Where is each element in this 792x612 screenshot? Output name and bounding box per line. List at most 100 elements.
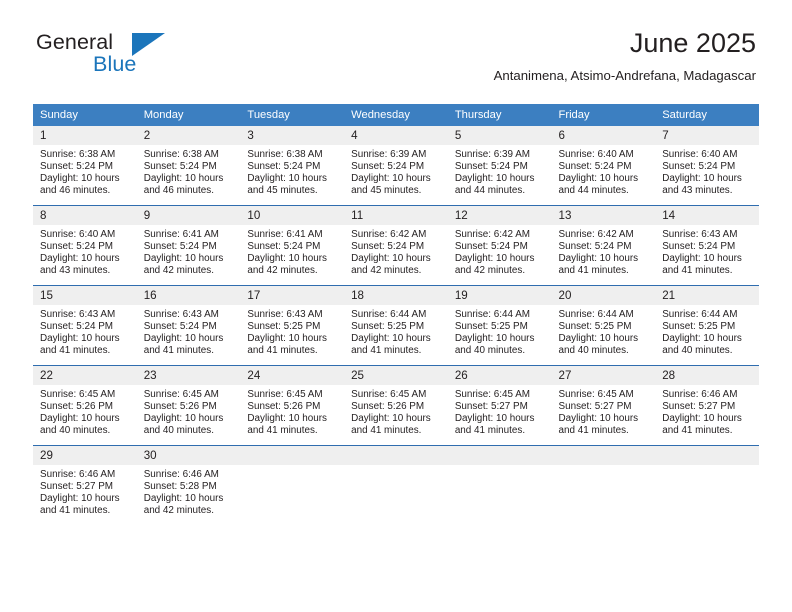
day-number [240,446,345,465]
sunrise-text: Sunrise: 6:45 AM [247,389,323,400]
sunset-text: Sunset: 5:25 PM [351,321,425,333]
day-details: Sunrise: 6:40 AM Sunset: 5:24 PM Daylight:… [552,145,656,197]
day-cell[interactable]: 22 Sunrise: 6:45 AM Sunset: 5:26 PM Dayligh… [33,365,137,446]
sunrise-text: Sunrise: 6:43 AM [247,309,323,320]
day-number: 9 [136,206,241,225]
daylight-text-line1: Daylight: 10 hours [40,333,120,345]
day-cell[interactable]: 28 Sunrise: 6:46 AM Sunset: 5:27 PM Dayligh… [655,365,759,446]
calendar-page: General Blue June 2025 Antanimena, Atsim… [0,0,792,612]
generalblue-logo[interactable]: General Blue [36,31,256,88]
daylight-text-line2: and 43 minutes. [40,265,111,277]
day-details: Sunrise: 6:43 AM Sunset: 5:24 PM Daylight:… [655,225,759,277]
day-cell[interactable]: 12 Sunrise: 6:42 AM Sunset: 5:24 PM Dayligh… [447,205,552,286]
weekday-header-wednesday: Wednesday [344,104,448,126]
sunrise-text: Sunrise: 6:40 AM [558,149,634,160]
sunrise-text: Sunrise: 6:43 AM [143,309,219,320]
day-cell-empty [344,445,448,525]
day-number [344,446,448,465]
day-cell[interactable]: 15 Sunrise: 6:43 AM Sunset: 5:24 PM Dayligh… [33,285,137,366]
day-number: 10 [240,206,345,225]
day-details: Sunrise: 6:46 AM Sunset: 5:27 PM Daylight:… [33,465,137,517]
daylight-text-line2: and 42 minutes. [143,505,214,517]
daylight-text-line1: Daylight: 10 hours [558,173,639,185]
logo-triangle-icon [132,33,165,56]
day-cell[interactable]: 24 Sunrise: 6:45 AM Sunset: 5:26 PM Dayligh… [240,365,345,446]
sunrise-text: Sunrise: 6:42 AM [454,229,531,240]
day-cell[interactable]: 3 Sunrise: 6:38 AM Sunset: 5:24 PM Daylight… [240,126,345,206]
day-number: 6 [551,126,656,145]
sunrise-text: Sunrise: 6:41 AM [143,229,219,240]
day-cell[interactable]: 20 Sunrise: 6:44 AM Sunset: 5:25 PM Dayligh… [551,285,656,366]
sunset-text: Sunset: 5:24 PM [40,241,114,253]
day-details: Sunrise: 6:43 AM Sunset: 5:24 PM Daylight:… [137,305,241,357]
sunrise-text: Sunrise: 6:44 AM [662,309,738,320]
page-header: General Blue June 2025 Antanimena, Atsim… [0,0,792,100]
daylight-text-line1: Daylight: 10 hours [40,253,120,265]
day-cell[interactable]: 9 Sunrise: 6:41 AM Sunset: 5:24 PM Daylight… [136,205,241,286]
sunset-text: Sunset: 5:24 PM [351,161,425,173]
day-cell[interactable]: 14 Sunrise: 6:43 AM Sunset: 5:24 PM Dayligh… [655,205,759,286]
day-cell[interactable]: 18 Sunrise: 6:44 AM Sunset: 5:25 PM Dayligh… [344,285,448,366]
sunset-text: Sunset: 5:24 PM [40,321,114,333]
sunset-text: Sunset: 5:24 PM [351,241,425,253]
sunrise-text: Sunrise: 6:44 AM [558,309,634,320]
day-number: 23 [136,366,241,385]
day-cell[interactable]: 10 Sunrise: 6:41 AM Sunset: 5:24 PM Dayligh… [240,205,345,286]
daylight-text-line1: Daylight: 10 hours [662,253,742,265]
day-cell[interactable]: 8 Sunrise: 6:40 AM Sunset: 5:24 PM Daylight… [33,205,137,286]
day-cell[interactable]: 7 Sunrise: 6:40 AM Sunset: 5:24 PM Daylight… [655,126,759,206]
sunset-text: Sunset: 5:24 PM [143,321,217,333]
weekday-header-sunday: Sunday [33,104,137,126]
day-details: Sunrise: 6:38 AM Sunset: 5:24 PM Daylight:… [33,145,137,197]
calendar-week-row: 1 Sunrise: 6:38 AM Sunset: 5:24 PM Daylight… [33,126,759,206]
day-number: 8 [33,206,137,225]
day-cell-empty [447,445,552,525]
day-number: 7 [655,126,759,145]
day-details: Sunrise: 6:45 AM Sunset: 5:26 PM Daylight:… [137,385,241,437]
sunset-text: Sunset: 5:24 PM [558,161,632,173]
day-cell[interactable]: 16 Sunrise: 6:43 AM Sunset: 5:24 PM Dayligh… [136,285,241,366]
daylight-text-line1: Daylight: 10 hours [454,413,535,425]
day-cell[interactable]: 4 Sunrise: 6:39 AM Sunset: 5:24 PM Daylight… [344,126,448,206]
day-details: Sunrise: 6:41 AM Sunset: 5:24 PM Daylight:… [137,225,241,277]
daylight-text-line2: and 43 minutes. [662,185,733,197]
sunset-text: Sunset: 5:26 PM [351,401,425,413]
day-cell[interactable]: 23 Sunrise: 6:45 AM Sunset: 5:26 PM Dayligh… [136,365,241,446]
day-cell[interactable]: 30 Sunrise: 6:46 AM Sunset: 5:28 PM Dayligh… [136,445,241,525]
day-cell[interactable]: 13 Sunrise: 6:42 AM Sunset: 5:24 PM Dayligh… [551,205,656,286]
day-details: Sunrise: 6:40 AM Sunset: 5:24 PM Daylight:… [33,225,137,277]
day-cell[interactable]: 27 Sunrise: 6:45 AM Sunset: 5:27 PM Dayligh… [551,365,656,446]
day-cell[interactable]: 19 Sunrise: 6:44 AM Sunset: 5:25 PM Dayligh… [447,285,552,366]
day-details: Sunrise: 6:43 AM Sunset: 5:25 PM Daylight:… [240,305,344,357]
day-cell[interactable]: 6 Sunrise: 6:40 AM Sunset: 5:24 PM Daylight… [551,126,656,206]
day-details: Sunrise: 6:42 AM Sunset: 5:24 PM Daylight:… [344,225,448,277]
day-cell[interactable]: 5 Sunrise: 6:39 AM Sunset: 5:24 PM Daylight… [447,126,552,206]
day-number [551,446,656,465]
day-details: Sunrise: 6:39 AM Sunset: 5:24 PM Daylight:… [344,145,448,197]
day-number [655,446,759,465]
day-cell[interactable]: 1 Sunrise: 6:38 AM Sunset: 5:24 PM Daylight… [33,126,137,206]
sunset-text: Sunset: 5:24 PM [247,241,321,253]
day-number: 24 [240,366,345,385]
daylight-text-line1: Daylight: 10 hours [662,173,742,185]
day-details: Sunrise: 6:41 AM Sunset: 5:24 PM Daylight:… [240,225,344,277]
day-details: Sunrise: 6:42 AM Sunset: 5:24 PM Daylight:… [448,225,552,277]
sunrise-text: Sunrise: 6:46 AM [40,469,116,480]
day-cell[interactable]: 26 Sunrise: 6:45 AM Sunset: 5:27 PM Dayligh… [447,365,552,446]
day-cell[interactable]: 2 Sunrise: 6:38 AM Sunset: 5:24 PM Daylight… [136,126,241,206]
day-cell[interactable]: 11 Sunrise: 6:42 AM Sunset: 5:24 PM Dayligh… [344,205,448,286]
daylight-text-line1: Daylight: 10 hours [247,333,327,345]
day-cell[interactable]: 29 Sunrise: 6:46 AM Sunset: 5:27 PM Dayligh… [33,445,137,525]
day-cell[interactable]: 25 Sunrise: 6:45 AM Sunset: 5:26 PM Dayligh… [344,365,448,446]
daylight-text-line2: and 40 minutes. [143,425,214,437]
sunset-text: Sunset: 5:24 PM [143,161,217,173]
day-cell[interactable]: 17 Sunrise: 6:43 AM Sunset: 5:25 PM Dayligh… [240,285,345,366]
sunset-text: Sunset: 5:24 PM [662,161,736,173]
sunset-text: Sunset: 5:24 PM [454,161,528,173]
day-cell[interactable]: 21 Sunrise: 6:44 AM Sunset: 5:25 PM Dayligh… [655,285,759,366]
sunrise-text: Sunrise: 6:45 AM [143,389,219,400]
day-number: 11 [344,206,448,225]
daylight-text-line2: and 42 minutes. [247,265,318,277]
sunset-text: Sunset: 5:25 PM [558,321,632,333]
sunrise-text: Sunrise: 6:46 AM [143,469,219,480]
